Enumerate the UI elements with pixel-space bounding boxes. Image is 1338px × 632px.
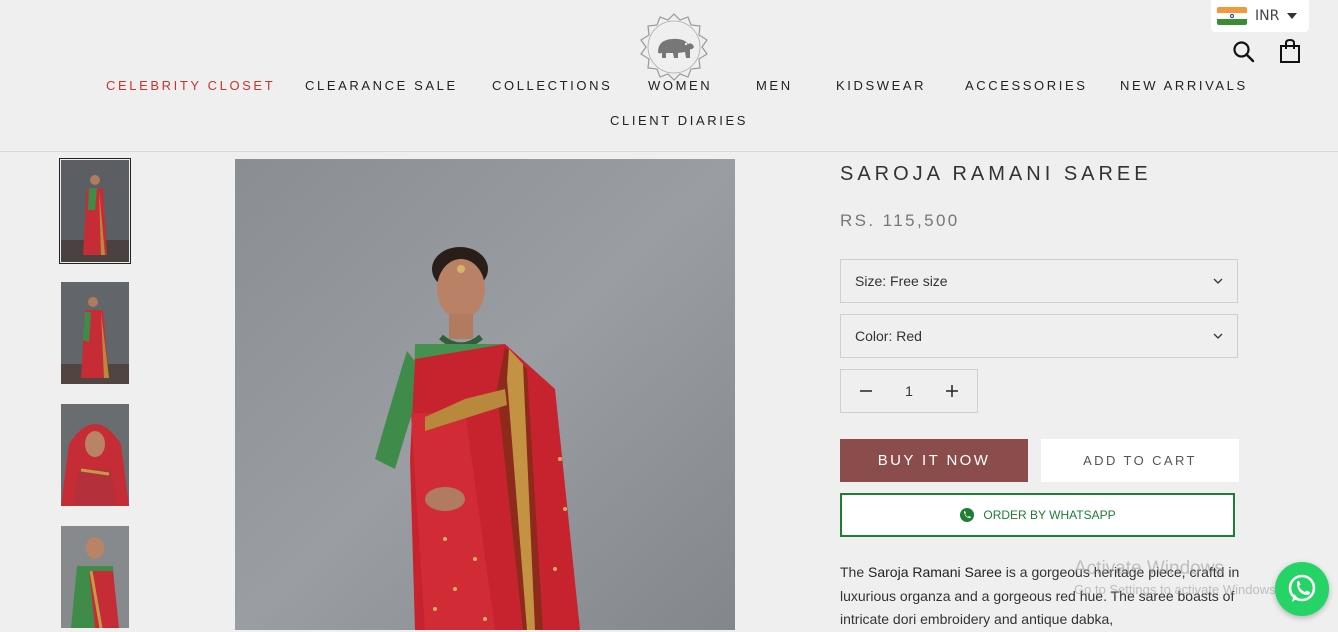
torani-logo[interactable]	[636, 12, 712, 82]
whatsapp-icon	[1288, 574, 1316, 602]
color-selector[interactable]: Color: Red	[840, 314, 1238, 358]
quantity-value[interactable]: 1	[905, 383, 913, 399]
quantity-stepper: 1	[840, 369, 978, 413]
whatsapp-icon	[960, 508, 975, 522]
size-selector[interactable]: Size: Free size	[840, 259, 1238, 303]
product-thumbnail-2[interactable]	[61, 282, 129, 384]
nav-new-arrivals[interactable]: NEW ARRIVALS	[1120, 78, 1248, 93]
nav-women[interactable]: WOMEN	[648, 78, 712, 93]
nav-celebrity-closet[interactable]: CELEBRITY CLOSET	[106, 78, 275, 93]
whatsapp-chat-button[interactable]	[1275, 562, 1329, 616]
product-thumbnail-3[interactable]	[61, 404, 129, 506]
add-to-cart-button[interactable]: ADD TO CART	[1041, 439, 1239, 482]
india-flag-icon	[1217, 7, 1247, 25]
shopping-bag-icon[interactable]	[1278, 38, 1302, 64]
nav-men[interactable]: MEN	[756, 78, 793, 93]
order-by-whatsapp-label: ORDER BY WHATSAPP	[983, 508, 1116, 522]
nav-accessories[interactable]: ACCESSORIES	[965, 78, 1088, 93]
description-prefix: The	[840, 564, 869, 580]
search-icon[interactable]	[1232, 40, 1256, 64]
product-title: SAROJA RAMANI SAREE	[840, 163, 1152, 185]
nav-clearance-sale[interactable]: CLEARANCE SALE	[305, 78, 458, 93]
nav-client-diaries[interactable]: CLIENT DIARIES	[610, 113, 748, 128]
size-selector-label: Size: Free size	[855, 273, 948, 289]
site-header: INR CELEBRITY CLOSET CLEARANCE SALE COLL…	[0, 0, 1338, 152]
product-description: The Saroja Ramani Saree is a gorgeous he…	[840, 561, 1240, 632]
description-product-name: Saroja Ramani Saree	[868, 564, 1002, 580]
product-main-image[interactable]	[235, 159, 735, 630]
currency-selector[interactable]: INR	[1211, 0, 1309, 32]
product-thumbnail-4[interactable]	[61, 526, 129, 628]
nav-kidswear[interactable]: KIDSWEAR	[836, 78, 926, 93]
minus-icon[interactable]	[859, 384, 873, 398]
buy-it-now-button[interactable]: BUY IT NOW	[840, 439, 1028, 482]
chevron-down-icon	[1213, 333, 1223, 339]
plus-icon[interactable]	[945, 384, 959, 398]
color-selector-label: Color: Red	[855, 328, 922, 344]
product-thumbnail-1[interactable]	[59, 158, 131, 264]
nav-collections[interactable]: COLLECTIONS	[492, 78, 612, 93]
currency-label: INR	[1255, 8, 1280, 24]
order-by-whatsapp-button[interactable]: ORDER BY WHATSAPP	[840, 493, 1235, 537]
product-price: RS. 115,500	[840, 211, 960, 230]
caret-down-icon	[1287, 13, 1298, 19]
chevron-down-icon	[1213, 278, 1223, 284]
